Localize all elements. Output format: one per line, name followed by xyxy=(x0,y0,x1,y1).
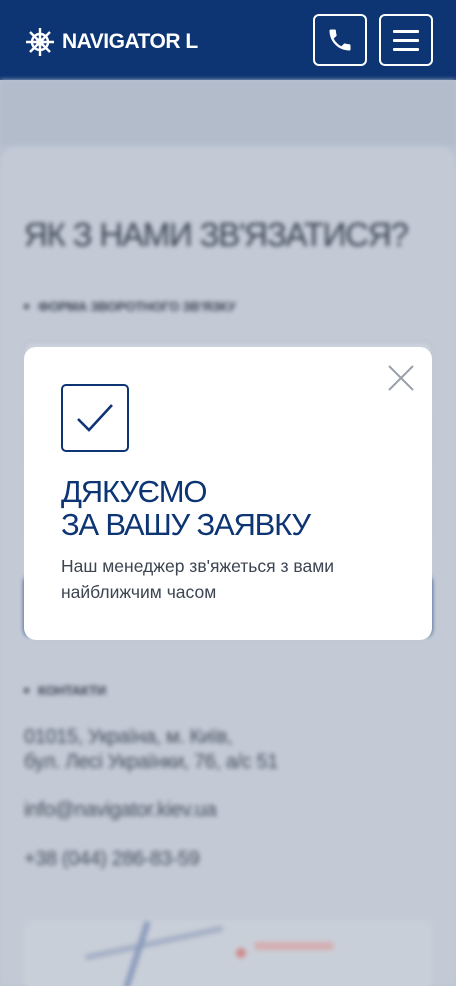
email-link[interactable]: info@navigator.kiev.ua xyxy=(24,798,217,823)
page-title: ЯК З НАМИ ЗВ'ЯЗАТИСЯ? xyxy=(24,216,409,253)
page-band xyxy=(0,80,456,146)
ship-wheel-icon xyxy=(26,28,54,56)
bullet-dot xyxy=(24,688,29,693)
close-button[interactable] xyxy=(388,365,414,391)
address-line-2: бул. Лесі Українки, 76, а/с 51 xyxy=(24,751,278,773)
map-road xyxy=(123,920,151,986)
thank-you-modal: ДЯКУЄМО ЗА ВАШУ ЗАЯВКУ Наш менеджер зв'я… xyxy=(24,347,432,640)
map-pin-icon xyxy=(236,948,246,958)
contacts-section-label: КОНТАКТИ xyxy=(24,683,106,698)
hamburger-menu-icon xyxy=(393,29,419,51)
map[interactable] xyxy=(24,920,432,986)
map-road xyxy=(84,925,224,961)
modal-title: ДЯКУЄМО ЗА ВАШУ ЗАЯВКУ xyxy=(61,475,401,541)
modal-message: Наш менеджер зв'яжеться з вами найближчи… xyxy=(61,556,335,602)
checkmark-icon xyxy=(77,404,113,432)
phone-icon xyxy=(329,29,351,51)
logo[interactable]: NAVIGATOR L xyxy=(24,26,198,58)
form-section-label: ФОРМА ЗВОРОТНОГО ЗВ'ЯЗКУ xyxy=(24,299,236,314)
close-icon xyxy=(388,365,414,391)
menu-button[interactable] xyxy=(379,14,433,66)
success-badge xyxy=(61,384,129,452)
phone-link[interactable]: +38 (044) 286-83-59 xyxy=(24,847,200,872)
site-header: NAVIGATOR L xyxy=(0,0,456,80)
form-section-label-text: ФОРМА ЗВОРОТНОГО ЗВ'ЯЗКУ xyxy=(38,299,236,314)
modal-title-line-1: ДЯКУЄМО xyxy=(61,474,208,509)
modal-title-line-2: ЗА ВАШУ ЗАЯВКУ xyxy=(61,507,311,542)
logo-text: NAVIGATOR L xyxy=(62,30,198,53)
contacts-section-label-text: КОНТАКТИ xyxy=(38,683,106,698)
address-line-1: 01015, Україна, м. Київ, xyxy=(24,726,233,748)
map-poi xyxy=(254,942,334,950)
bullet-dot xyxy=(24,304,29,309)
call-button[interactable] xyxy=(313,14,367,66)
